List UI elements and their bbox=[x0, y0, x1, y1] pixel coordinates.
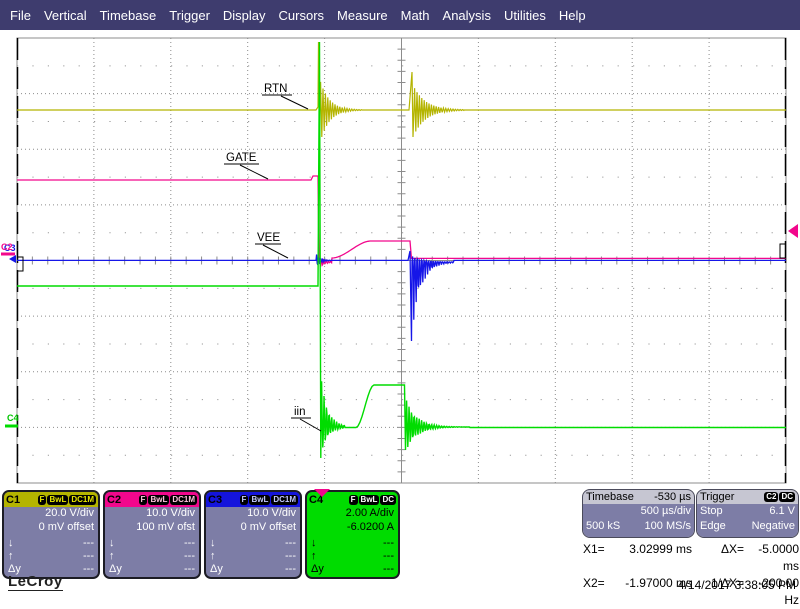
channel-scale: 2.00 A/div bbox=[345, 507, 394, 519]
menu-item-measure[interactable]: Measure bbox=[337, 8, 388, 23]
trigger-level: 6.1 V bbox=[769, 505, 795, 517]
menu-item-file[interactable]: File bbox=[10, 8, 31, 23]
channel-box-c1[interactable]: C1 F BwL DC1M 20.0 V/div 0 mV offset ↓ --- ↑ --- Δ… bbox=[2, 490, 100, 579]
cursor-hook-left bbox=[17, 256, 24, 272]
x1-value: 3.02999 ms bbox=[629, 542, 692, 556]
channel-scale: 10.0 V/div bbox=[247, 507, 296, 519]
channel-offset: 100 mV ofst bbox=[136, 520, 195, 533]
trace-c1-rtn bbox=[17, 41, 786, 147]
trace-label-rtn: RTN bbox=[264, 83, 287, 95]
c2-level-bar bbox=[1, 252, 15, 256]
channel-offset: 0 mV offset bbox=[38, 520, 94, 533]
trigger-panel[interactable]: Trigger C2 DC Stop 6.1 V Edge Negative bbox=[696, 489, 799, 538]
badge-f: F bbox=[239, 495, 249, 505]
menu-item-display[interactable]: Display bbox=[223, 8, 266, 23]
dx-value: -5.0000 ms bbox=[758, 542, 799, 573]
badge-dc1m: DC1M bbox=[271, 495, 298, 505]
trace-c3-vee bbox=[17, 250, 786, 342]
measure-row: Δy --- bbox=[311, 563, 394, 576]
menu-item-utilities[interactable]: Utilities bbox=[504, 8, 546, 23]
trace-c2-gate bbox=[17, 175, 786, 267]
badge-bwl: BwL bbox=[148, 495, 170, 505]
cursor-readout: X1= 3.02999 ms ΔX= -5.0000 ms X2= -1.970… bbox=[583, 541, 799, 609]
timebase-title: Timebase bbox=[586, 491, 634, 503]
trace-c4-iin bbox=[17, 41, 786, 459]
menu-item-help[interactable]: Help bbox=[559, 8, 586, 23]
x2-label: X2= bbox=[583, 576, 605, 590]
channel-id-c3: C3 bbox=[208, 494, 223, 506]
trace-label-iin: iin bbox=[294, 406, 306, 418]
menu-bar: File Vertical Timebase Trigger Display Cursor… bbox=[0, 0, 800, 30]
trigger-level-marker[interactable] bbox=[788, 224, 798, 238]
menu-item-cursors[interactable]: Cursors bbox=[279, 8, 325, 23]
trigger-slope: Negative bbox=[751, 520, 795, 532]
badge-bwl: BwL bbox=[358, 495, 380, 505]
channel-scale: 20.0 V/div bbox=[45, 507, 94, 519]
measure-row: ↓ --- bbox=[8, 537, 94, 549]
channel-marker-c4: C4 bbox=[7, 413, 19, 423]
timebase-delay: -530 µs bbox=[654, 491, 691, 503]
measure-row: ↑ --- bbox=[210, 550, 296, 563]
oscilloscope-screen: { "menu": { "items": ["File","Vertical",… bbox=[0, 0, 800, 607]
waveform-display: C3C2 C4 RTN GATE VEE iin bbox=[1, 37, 798, 497]
c4-level-bar bbox=[5, 424, 18, 428]
measure-row: ↑ --- bbox=[311, 550, 394, 563]
badge-dc1m: DC1M bbox=[69, 495, 96, 505]
timebase-samples: 500 kS bbox=[586, 520, 621, 532]
menu-item-analysis[interactable]: Analysis bbox=[443, 8, 491, 23]
badge-dc1m: DC1M bbox=[170, 495, 197, 505]
trace-label-vee: VEE bbox=[257, 232, 280, 244]
badge-f: F bbox=[348, 495, 358, 505]
measure-row: ↓ --- bbox=[311, 537, 394, 549]
measure-row: ↓ --- bbox=[210, 537, 296, 549]
trigger-title: Trigger bbox=[700, 491, 735, 503]
datetime-display: 4/14/2017 3:38:05 PM bbox=[677, 578, 796, 592]
menu-item-vertical[interactable]: Vertical bbox=[44, 8, 87, 23]
menu-item-timebase[interactable]: Timebase bbox=[100, 8, 157, 23]
channel-id-c2: C2 bbox=[107, 494, 122, 506]
menu-item-trigger[interactable]: Trigger bbox=[169, 8, 210, 23]
badge-bwl: BwL bbox=[249, 495, 271, 505]
cursor-hook-right bbox=[779, 243, 786, 259]
trigger-source-badge: C2 bbox=[764, 492, 779, 502]
menu-item-math[interactable]: Math bbox=[401, 8, 430, 23]
badge-f: F bbox=[37, 495, 47, 505]
channel-offset: -6.0200 A bbox=[346, 520, 394, 533]
channel-offset: 0 mV offset bbox=[240, 520, 296, 533]
lecroy-logo: LeCroy bbox=[8, 573, 63, 591]
timebase-panel[interactable]: Timebase -530 µs 500 µs/div 500 kS 100 M… bbox=[582, 489, 695, 538]
trigger-mode: Stop bbox=[700, 505, 723, 517]
channel-marker-c3: C3 bbox=[4, 243, 16, 253]
badge-dc: DC bbox=[380, 495, 396, 505]
badge-f: F bbox=[138, 495, 148, 505]
c3-level-arrow bbox=[9, 255, 16, 263]
channel-box-c3[interactable]: C3 F BwL DC1M 10.0 V/div 0 mV offset ↓ --- ↑ --- Δ… bbox=[204, 490, 302, 579]
channel-box-c4[interactable]: C4 F BwL DC 2.00 A/div -6.0200 A ↓ --- ↑ --- Δy --- bbox=[305, 490, 400, 579]
timebase-scale: 500 µs/div bbox=[640, 505, 691, 517]
measure-row: Δy --- bbox=[210, 563, 296, 576]
timebase-rate: 100 MS/s bbox=[644, 520, 691, 532]
channel-scale: 10.0 V/div bbox=[146, 507, 195, 519]
trigger-type: Edge bbox=[700, 520, 726, 532]
channel-id-c1: C1 bbox=[6, 494, 21, 506]
channel-marker-c2: C2 bbox=[1, 242, 13, 252]
measure-row: Δy --- bbox=[109, 563, 195, 576]
measure-row: ↑ --- bbox=[109, 550, 195, 563]
badge-bwl: BwL bbox=[47, 495, 69, 505]
trace-label-gate: GATE bbox=[226, 152, 257, 164]
trigger-coupling-badge: DC bbox=[779, 492, 795, 502]
measure-row: ↓ --- bbox=[109, 537, 195, 549]
dx-label: ΔX= bbox=[720, 542, 744, 556]
channel-box-c2[interactable]: C2 F BwL DC1M 10.0 V/div 100 mV ofst ↓ --- ↑ --- Δ… bbox=[103, 490, 201, 579]
measure-row: ↑ --- bbox=[8, 550, 94, 563]
channel-id-c4: C4 bbox=[309, 494, 324, 506]
x1-label: X1= bbox=[583, 542, 605, 556]
